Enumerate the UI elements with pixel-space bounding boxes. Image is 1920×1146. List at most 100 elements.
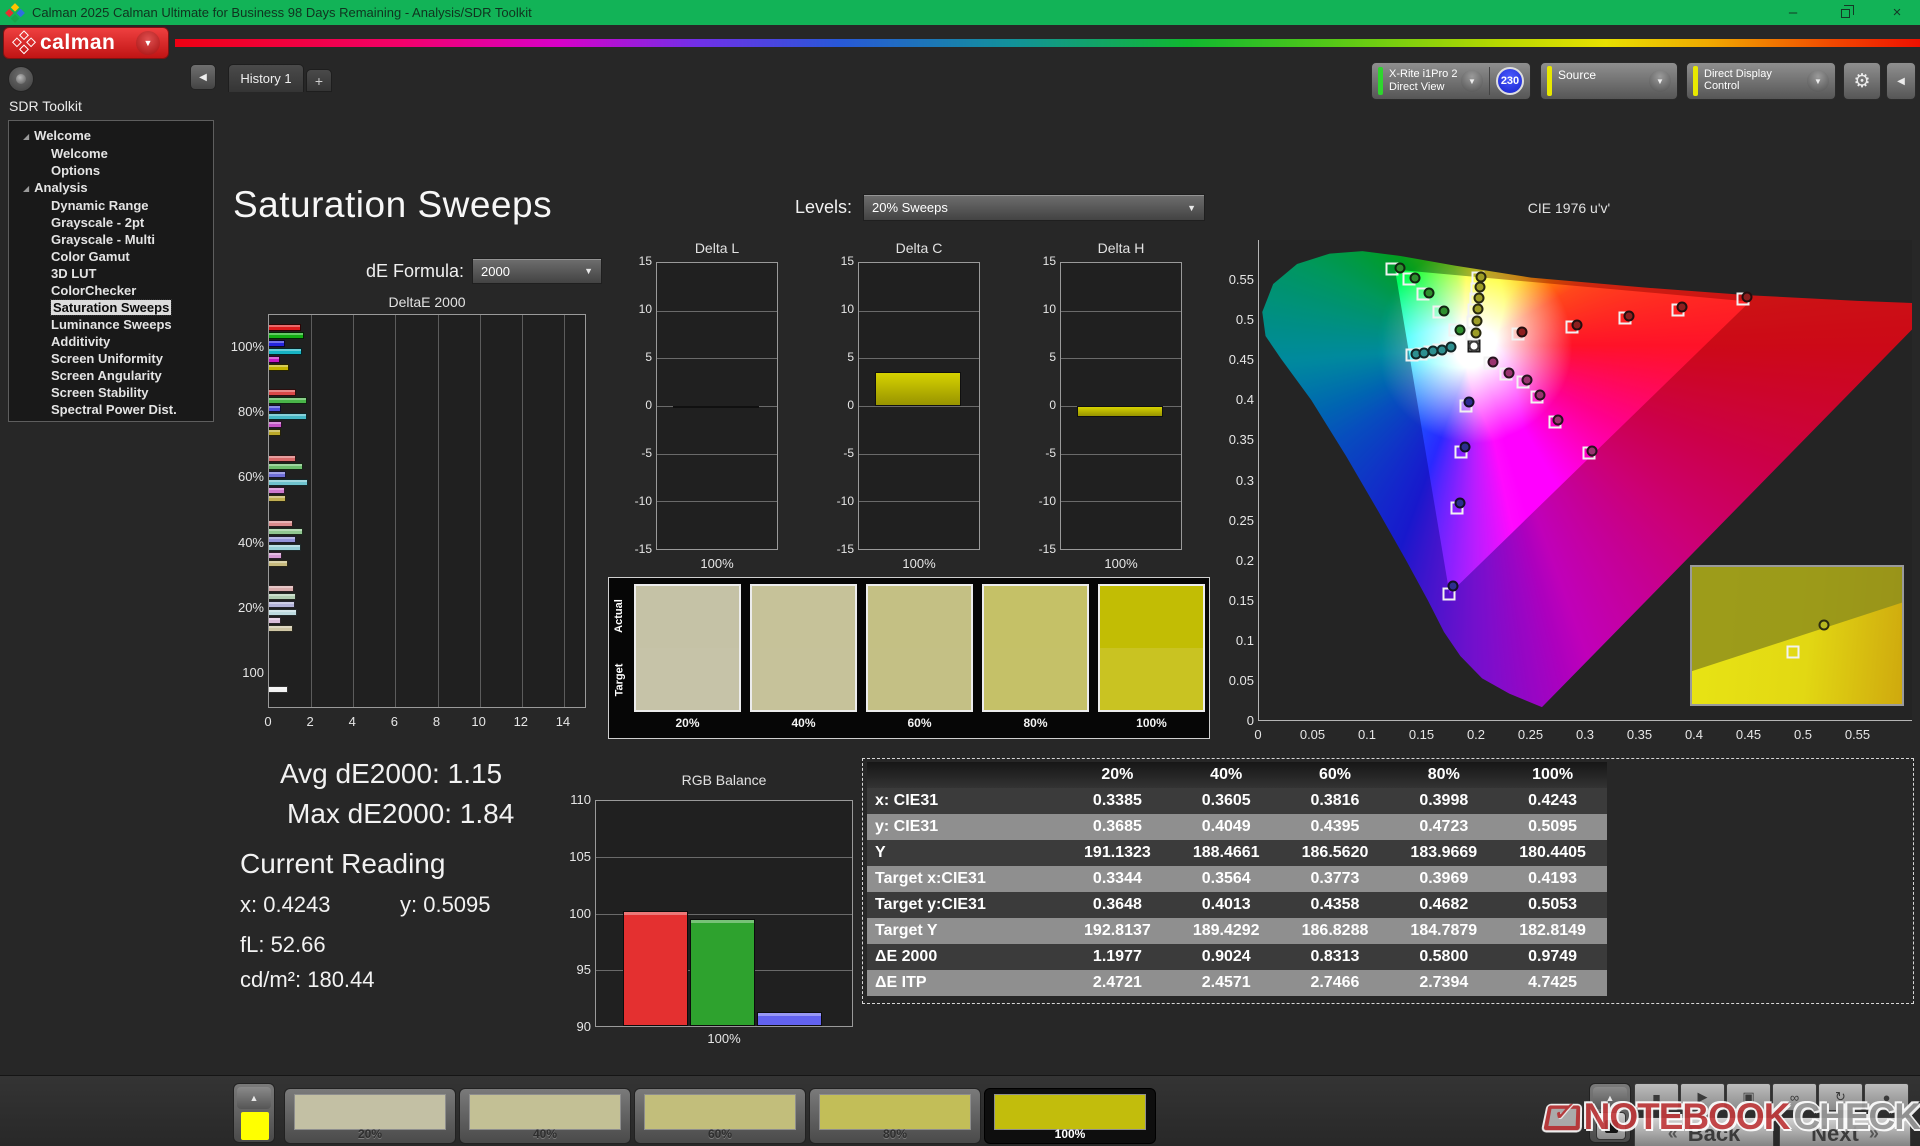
sidebar-item-luminance-sweeps[interactable]: Luminance Sweeps — [9, 316, 213, 333]
calman-menu-arrow-icon[interactable]: ▼ — [136, 31, 160, 55]
cell-value: 0.5095 — [1498, 814, 1607, 840]
transport-stop-icon[interactable]: ■ — [1634, 1083, 1679, 1111]
transport-marker-icon[interactable]: ▣ — [1726, 1083, 1771, 1111]
axis-tick-label: -10 — [634, 494, 652, 508]
sidebar-item-dynamic-range[interactable]: Dynamic Range — [9, 197, 213, 214]
page-title: Saturation Sweeps — [233, 184, 553, 225]
axis-tick-label: -15 — [1038, 542, 1056, 556]
chevron-right-icon: » — [1868, 1123, 1879, 1143]
sidebar-item-label: Additivity — [51, 334, 111, 349]
axis-tick-label: 0.55 — [1228, 272, 1254, 288]
calman-menu-button[interactable]: calman ▼ — [3, 27, 169, 59]
results-table: 20% 40% 60% 80% 100% x: CIE31 0.3385 0.3605 0.3… — [867, 762, 1607, 996]
source-dropdown[interactable]: Source ▼ — [1540, 62, 1678, 100]
axis-tick-label: 5 — [1049, 350, 1056, 364]
display-control-dropdown[interactable]: Direct Display Control ▼ — [1686, 62, 1836, 100]
table-row: x: CIE31 0.3385 0.3605 0.3816 0.3998 0.4243 — [867, 788, 1607, 814]
stop-button[interactable] — [1596, 1112, 1626, 1140]
axis-tick-label: 0.05 — [1299, 727, 1326, 742]
tree-expander-icon[interactable]: ◢ — [23, 184, 29, 193]
next-button[interactable]: Next » — [1779, 1117, 1911, 1146]
tab-history-1[interactable]: History 1 — [228, 64, 304, 92]
sidebar-item-3d-lut[interactable]: 3D LUT — [9, 265, 213, 282]
mini-gridline — [657, 310, 777, 312]
close-icon[interactable]: × — [1888, 0, 1906, 25]
axis-tick-label: 40% — [237, 534, 264, 550]
sample-tile-100%[interactable]: 100% — [984, 1088, 1156, 1144]
loop-icon: ∞ — [1789, 1089, 1800, 1105]
axis-tick-label: 0.45 — [1735, 727, 1762, 742]
sidebar-item-screen-uniformity[interactable]: Screen Uniformity — [9, 350, 213, 367]
cie-measured-marker-magenta — [1534, 389, 1546, 401]
bar — [269, 364, 289, 372]
axis-tick-label: 10 — [638, 302, 652, 316]
sidebar-item-saturation-sweeps[interactable]: Saturation Sweeps — [9, 299, 213, 316]
sample-tile-60%[interactable]: 60% — [634, 1088, 806, 1144]
sidebar-item-colorchecker[interactable]: ColorChecker — [9, 282, 213, 299]
cie-measured-marker-yellow — [1473, 292, 1485, 304]
sidebar-item-analysis[interactable]: ◢ Analysis — [9, 179, 213, 197]
cell-value: 191.1323 — [1063, 840, 1172, 866]
source-dropdown-arrow-icon[interactable]: ▼ — [1649, 70, 1671, 92]
meter-dropdown[interactable]: X-Rite i1Pro 2 Direct View ▼ 230 — [1371, 62, 1531, 100]
axis-tick-label: 105 — [569, 848, 591, 864]
cie-measured-marker-red — [1741, 291, 1753, 303]
settings-button[interactable]: ⚙ — [1843, 62, 1881, 100]
meter-dropdown-arrow-icon[interactable]: ▼ — [1461, 70, 1483, 92]
mini-gridline — [1061, 310, 1181, 312]
cell-value: 0.3773 — [1280, 866, 1390, 892]
tree-expander-icon[interactable]: ◢ — [23, 132, 29, 141]
axis-tick-label: 20% — [237, 600, 264, 615]
row-label: y: CIE31 — [867, 814, 1063, 840]
transport-refresh-icon[interactable]: ↻ — [1818, 1083, 1863, 1111]
levels-dropdown[interactable]: 20% Sweeps ▼ — [863, 194, 1205, 221]
sample-tile-20%[interactable]: 20% — [284, 1088, 456, 1144]
sidebar-item-additivity[interactable]: Additivity — [9, 333, 213, 350]
window-title: Calman 2025 Calman Ultimate for Business… — [32, 5, 532, 20]
stop-tile[interactable]: ▲ — [1589, 1083, 1631, 1143]
sample-tile-80%[interactable]: 80% — [809, 1088, 981, 1144]
cell-value: 0.4013 — [1171, 892, 1281, 918]
display-control-label: Direct Display Control — [1704, 68, 1772, 92]
cie-measured-marker-magenta — [1552, 414, 1564, 426]
axis-tick-label: -15 — [836, 542, 854, 556]
sidebar-item-welcome[interactable]: ◢ Welcome — [9, 127, 213, 145]
mini-gridline — [859, 453, 979, 455]
cell-value: 0.4358 — [1280, 892, 1390, 918]
cie-plot — [1258, 240, 1912, 721]
cie-measured-marker-white — [1468, 340, 1480, 352]
back-button[interactable]: « Back — [1634, 1117, 1774, 1146]
bar — [672, 406, 759, 408]
sidebar-collapse-button[interactable]: ◀ — [190, 64, 216, 90]
axis-tick-label: -15 — [634, 542, 652, 556]
de-formula-dropdown[interactable]: 2000 ▼ — [472, 258, 602, 284]
transport-record-icon[interactable]: ● — [1864, 1083, 1909, 1111]
palette-tile[interactable]: ▲ — [233, 1083, 275, 1143]
transport-loop-icon[interactable]: ∞ — [1772, 1083, 1817, 1111]
sidebar-item-color-gamut[interactable]: Color Gamut — [9, 248, 213, 265]
axis-tick-label: 0.5 — [1235, 312, 1254, 328]
workflow-home-button[interactable] — [8, 66, 34, 92]
cell-value: 0.3344 — [1063, 866, 1172, 892]
sample-tile-40%[interactable]: 40% — [459, 1088, 631, 1144]
display-dropdown-arrow-icon[interactable]: ▼ — [1807, 70, 1829, 92]
meter-reading-badge[interactable]: 230 — [1496, 67, 1524, 95]
minimize-icon[interactable]: – — [1784, 0, 1802, 25]
transport-play-icon[interactable]: ▶ — [1680, 1083, 1725, 1111]
collapse-panel-button[interactable]: ◀ — [1886, 62, 1916, 100]
sidebar-item-grayscale-multi[interactable]: Grayscale - Multi — [9, 231, 213, 248]
sidebar-item-options[interactable]: Options — [9, 162, 213, 179]
sidebar-item-spectral-power-dist-[interactable]: Spectral Power Dist. — [9, 401, 213, 418]
up-arrow-icon[interactable]: ▲ — [1593, 1087, 1627, 1109]
bar — [269, 397, 307, 405]
sidebar-item-screen-angularity[interactable]: Screen Angularity — [9, 367, 213, 384]
restore-icon[interactable] — [1836, 0, 1854, 25]
sidebar-item-welcome[interactable]: Welcome — [9, 145, 213, 162]
sidebar-item-label: Grayscale - 2pt — [51, 215, 145, 230]
palette-color-swatch[interactable] — [241, 1112, 269, 1140]
add-tab-button[interactable]: + — [306, 69, 332, 92]
sidebar-item-grayscale-2pt[interactable]: Grayscale - 2pt — [9, 214, 213, 231]
sidebar-item-screen-stability[interactable]: Screen Stability — [9, 384, 213, 401]
up-arrow-icon[interactable]: ▲ — [237, 1087, 271, 1109]
bar — [269, 685, 288, 693]
